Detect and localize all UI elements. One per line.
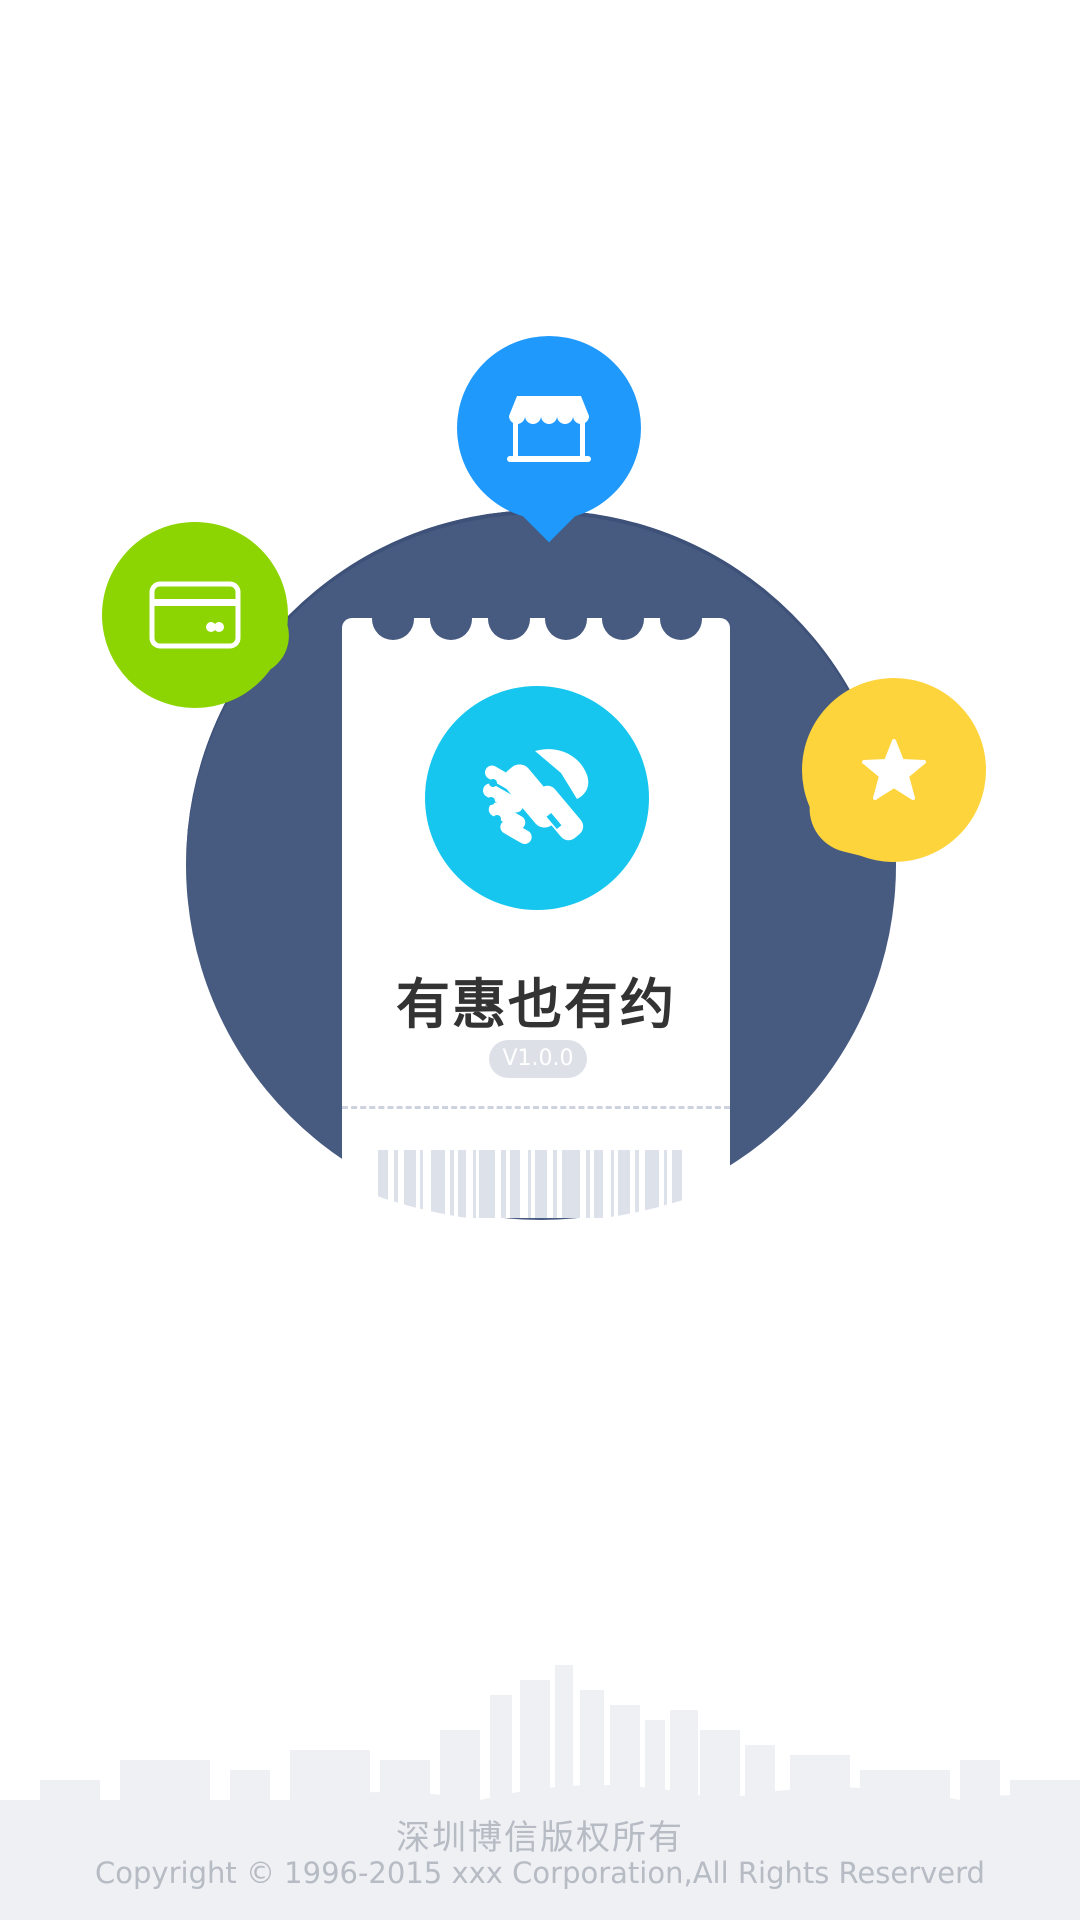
card-icon [149, 581, 241, 649]
app-logo [425, 686, 649, 910]
shop-icon [507, 396, 591, 462]
ticket-notch [660, 618, 702, 640]
ticket-notch [430, 618, 472, 640]
splash-screen: 有惠也有约 V1.0.0 深圳博信版权所有 Copyright © 1996-2… [0, 0, 1080, 1920]
footer-copyright: Copyright © 1996-2015 xxx Corporation,Al… [95, 1856, 985, 1890]
ticket-notches [342, 618, 730, 640]
star-icon [862, 739, 926, 800]
card-bubble [102, 522, 288, 708]
footer-company: 深圳博信版权所有 [396, 1818, 684, 1858]
shop-bubble [457, 336, 641, 520]
ticket-notch [488, 618, 530, 640]
handshake-icon [483, 749, 589, 844]
ticket-notch [372, 618, 414, 640]
ticket-notch [545, 618, 587, 640]
ticket-bottom-curve [342, 1183, 730, 1218]
ticket-card: 有惠也有约 V1.0.0 [342, 618, 730, 1218]
ticket-notch [602, 618, 644, 640]
app-name: 有惠也有约 [396, 973, 676, 1036]
version-badge: V1.0.0 [489, 1040, 587, 1078]
star-bubble [802, 678, 986, 862]
ticket-divider [342, 1106, 730, 1109]
